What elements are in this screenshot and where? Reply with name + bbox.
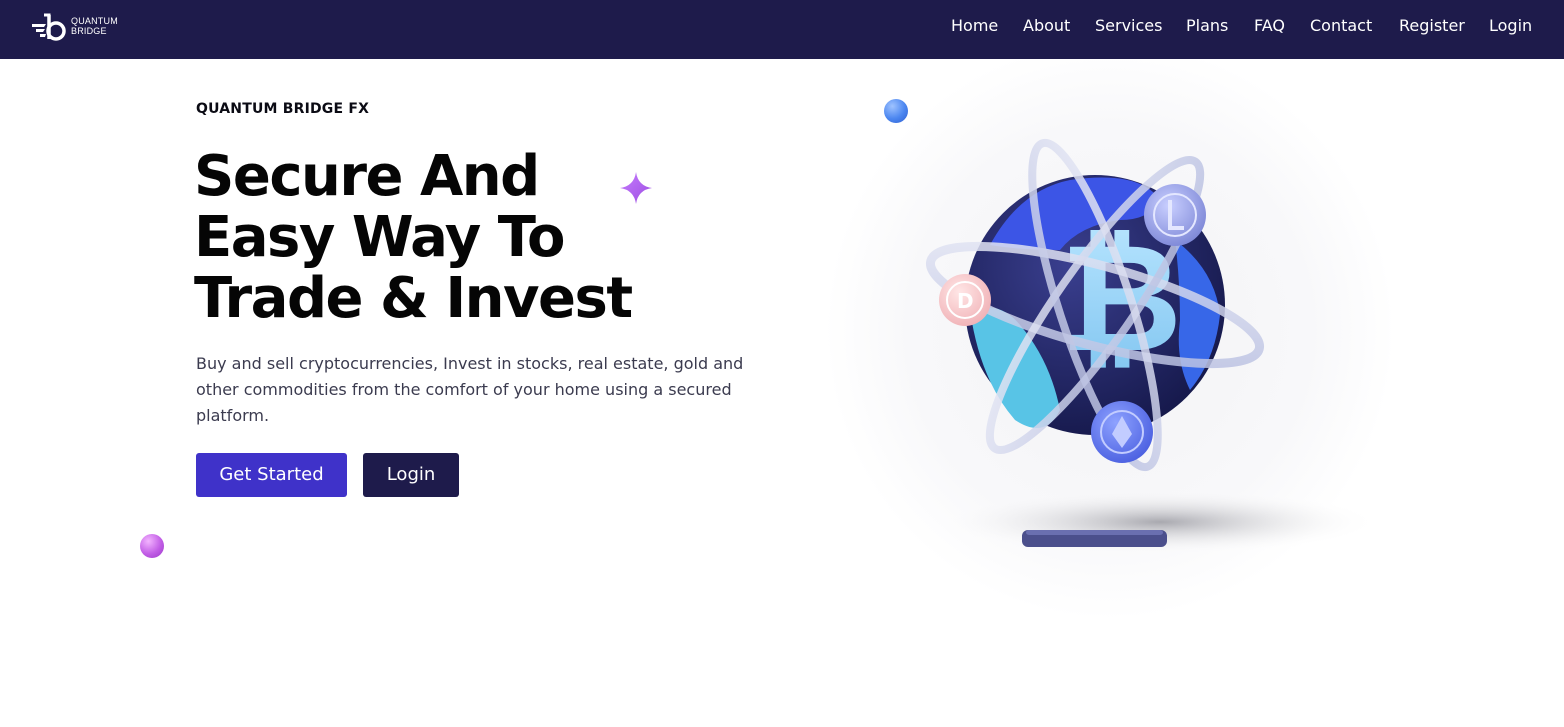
sparkle-icon bbox=[620, 172, 652, 204]
login-button[interactable]: Login bbox=[363, 453, 459, 497]
ethereum-icon bbox=[1091, 401, 1153, 463]
nav-link-plans[interactable]: Plans bbox=[1186, 16, 1228, 36]
svg-text:D: D bbox=[957, 289, 974, 313]
brand-name: QUANTUM BRIDGE bbox=[71, 16, 118, 36]
get-started-button[interactable]: Get Started bbox=[196, 453, 347, 497]
headline-line-2: Easy Way To bbox=[194, 205, 565, 270]
nav-link-login[interactable]: Login bbox=[1489, 16, 1532, 36]
top-navbar: QUANTUM BRIDGE Home About Services Plans… bbox=[0, 0, 1564, 59]
hero-description: Buy and sell cryptocurrencies, Invest in… bbox=[196, 354, 744, 425]
brand-logo[interactable]: QUANTUM BRIDGE bbox=[30, 12, 130, 44]
headline-line-3: Trade & Invest bbox=[194, 266, 633, 331]
quantum-bridge-logo-icon bbox=[32, 13, 66, 41]
nav-link-home[interactable]: Home bbox=[951, 16, 998, 36]
nav-link-about[interactable]: About bbox=[1023, 16, 1070, 36]
nav-link-faq[interactable]: FAQ bbox=[1254, 16, 1285, 36]
brand-name-line2: BRIDGE bbox=[71, 26, 107, 36]
brand-name-line1: QUANTUM bbox=[71, 16, 118, 26]
nav-link-register[interactable]: Register bbox=[1399, 16, 1465, 36]
nav-link-contact[interactable]: Contact bbox=[1310, 16, 1372, 36]
litecoin-icon bbox=[1144, 184, 1206, 246]
nav-link-services[interactable]: Services bbox=[1095, 16, 1162, 36]
decorative-orb-purple bbox=[140, 534, 164, 558]
hero-eyebrow: QUANTUM BRIDGE FX bbox=[196, 101, 370, 117]
dogecoin-icon: D bbox=[939, 274, 991, 326]
crypto-globe-illustration: ₿ D bbox=[825, 60, 1395, 620]
